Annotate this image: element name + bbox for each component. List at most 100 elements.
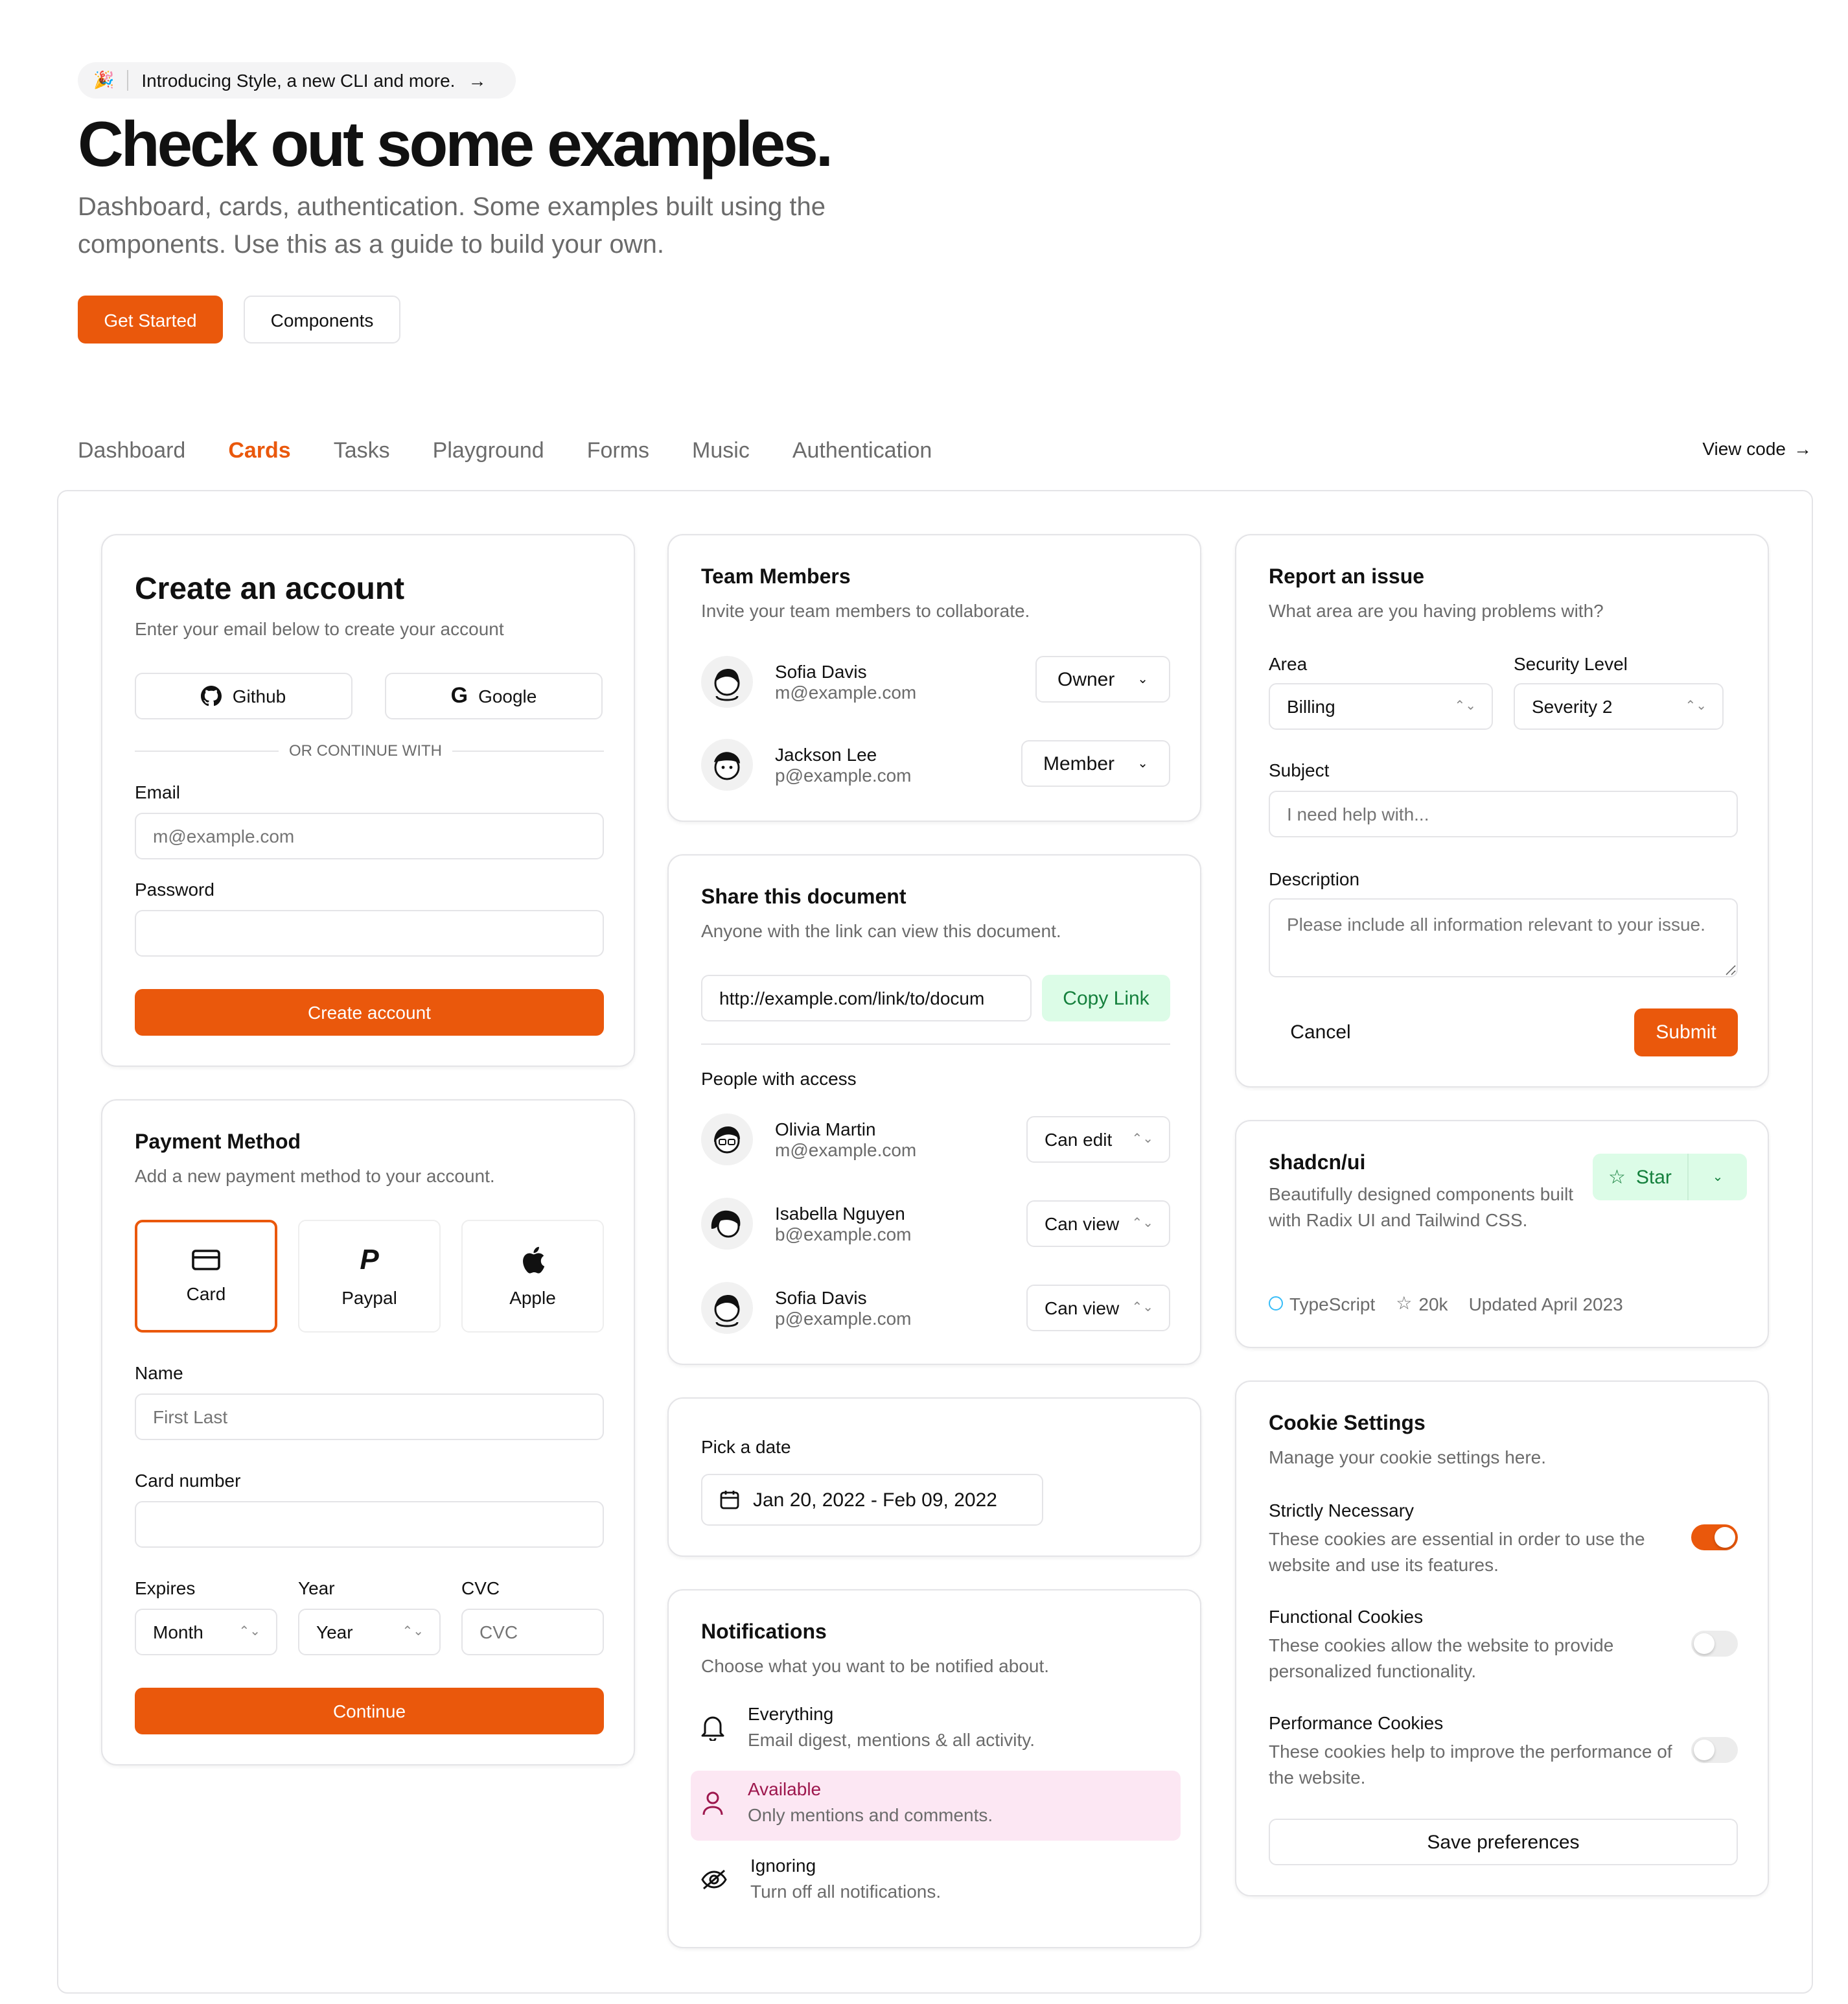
view-code-label: View code — [1702, 438, 1786, 459]
continue-button[interactable]: Continue — [135, 1688, 604, 1734]
security-level-select[interactable]: Severity 2 ⌃⌄ — [1514, 683, 1724, 730]
performance-cookies-toggle[interactable] — [1691, 1737, 1738, 1763]
month-select[interactable]: Month ⌃⌄ — [135, 1609, 277, 1655]
option-title: Everything — [748, 1703, 834, 1724]
method-apple-option[interactable]: Apple — [461, 1220, 604, 1333]
github-button[interactable]: Github — [135, 673, 352, 719]
cookie-item-description: These cookies are essential in order to … — [1269, 1528, 1645, 1575]
name-input[interactable] — [135, 1393, 604, 1440]
tab-forms[interactable]: Forms — [587, 438, 649, 464]
access-select[interactable]: Can edit ⌃⌄ — [1026, 1116, 1170, 1163]
google-label: Google — [478, 686, 537, 706]
area-select[interactable]: Billing ⌃⌄ — [1269, 683, 1493, 730]
access-select[interactable]: Can view ⌃⌄ — [1026, 1200, 1170, 1247]
google-button[interactable]: G Google — [385, 673, 603, 719]
submit-button[interactable]: Submit — [1634, 1008, 1738, 1056]
method-paypal-option[interactable]: P Paypal — [298, 1220, 441, 1333]
google-icon: G — [450, 683, 468, 708]
repo-meta: TypeScript ☆ 20k Updated April 2023 — [1269, 1292, 1623, 1314]
bell-icon — [701, 1716, 724, 1741]
method-card-option[interactable]: Card — [135, 1220, 277, 1333]
card-number-input[interactable] — [135, 1501, 604, 1548]
date-range-button[interactable]: Jan 20, 2022 - Feb 09, 2022 — [701, 1474, 1043, 1526]
person-row: Olivia Martin m@example.com — [701, 1113, 916, 1165]
tab-dashboard[interactable]: Dashboard — [78, 438, 185, 464]
access-value: Can view — [1045, 1298, 1120, 1318]
notifications-card: Notifications Choose what you want to be… — [667, 1589, 1201, 1948]
notification-option-everything[interactable]: Everything Email digest, mentions & all … — [691, 1695, 1181, 1765]
role-select[interactable]: Owner ⌄ — [1035, 656, 1170, 703]
role-value: Member — [1043, 752, 1115, 775]
security-level-label: Security Level — [1514, 653, 1628, 674]
circle-icon — [1269, 1296, 1283, 1311]
subject-input[interactable] — [1269, 791, 1738, 837]
components-button[interactable]: Components — [244, 296, 400, 344]
area-value: Billing — [1287, 696, 1335, 717]
tab-authentication[interactable]: Authentication — [792, 438, 932, 464]
access-select[interactable]: Can view ⌃⌄ — [1026, 1285, 1170, 1331]
page-subtitle: Dashboard, cards, authentication. Some e… — [78, 193, 826, 259]
cookie-description: Manage your cookie settings here. — [1269, 1447, 1547, 1467]
create-account-description: Enter your email below to create your ac… — [135, 618, 504, 639]
view-code-link[interactable]: View code → — [1702, 438, 1812, 459]
language-badge: TypeScript — [1269, 1293, 1375, 1314]
toggle-knob — [1694, 1740, 1715, 1760]
description-textarea[interactable] — [1269, 898, 1738, 977]
area-label: Area — [1269, 653, 1308, 674]
functional-cookies-toggle[interactable] — [1691, 1631, 1738, 1657]
notifications-description: Choose what you want to be notified abou… — [701, 1655, 1050, 1676]
cancel-button[interactable]: Cancel — [1269, 1008, 1372, 1056]
tab-cards[interactable]: Cards — [228, 438, 290, 464]
avatar — [701, 1282, 753, 1334]
tab-tasks[interactable]: Tasks — [334, 438, 390, 464]
share-document-card: Share this document Anyone with the link… — [667, 854, 1201, 1365]
report-issue-card: Report an issue What area are you having… — [1235, 534, 1769, 1088]
method-paypal-label: Paypal — [341, 1287, 397, 1307]
create-account-button[interactable]: Create account — [135, 989, 604, 1036]
strictly-necessary-toggle[interactable] — [1691, 1524, 1738, 1550]
expires-label: Expires — [135, 1578, 196, 1598]
email-label: Email — [135, 782, 181, 802]
cookie-row: Functional Cookies These cookies allow t… — [1269, 1606, 1681, 1684]
cookie-title: Cookie Settings — [1269, 1413, 1426, 1435]
payment-title: Payment Method — [135, 1132, 301, 1154]
month-value: Month — [153, 1622, 203, 1642]
notification-option-ignoring[interactable]: Ignoring Turn off all notifications. — [691, 1847, 1181, 1917]
card-number-label: Card number — [135, 1470, 241, 1491]
separator — [701, 1043, 1170, 1045]
tab-music[interactable]: Music — [692, 438, 750, 464]
email-input[interactable] — [135, 813, 604, 859]
get-started-button[interactable]: Get Started — [78, 296, 223, 344]
cvc-label: CVC — [461, 1578, 500, 1598]
person-name: Isabella Nguyen — [775, 1203, 905, 1224]
password-input[interactable] — [135, 910, 604, 957]
examples-tabs: Dashboard Cards Tasks Playground Forms M… — [78, 438, 975, 464]
copy-link-button[interactable]: Copy Link — [1042, 975, 1170, 1021]
year-label: Year — [298, 1578, 335, 1598]
access-value: Can view — [1045, 1213, 1120, 1234]
notifications-title: Notifications — [701, 1622, 827, 1644]
cvc-input[interactable] — [461, 1609, 604, 1655]
save-preferences-button[interactable]: Save preferences — [1269, 1819, 1738, 1865]
tab-playground[interactable]: Playground — [433, 438, 544, 464]
issue-description: What area are you having problems with? — [1269, 600, 1604, 621]
member-email: m@example.com — [775, 682, 917, 703]
year-select[interactable]: Year ⌃⌄ — [298, 1609, 441, 1655]
chevron-down-icon[interactable]: ⌄ — [1689, 1170, 1747, 1184]
notification-option-available[interactable]: Available Only mentions and comments. — [691, 1771, 1181, 1841]
share-link-input[interactable]: http://example.com/link/to/docum — [701, 975, 1032, 1021]
option-description: Turn off all notifications. — [750, 1881, 941, 1902]
share-link-value: http://example.com/link/to/docum — [719, 988, 985, 1008]
announcement-pill[interactable]: 🎉 Introducing Style, a new CLI and more.… — [78, 62, 516, 99]
create-account-title: Create an account — [135, 572, 405, 607]
role-select[interactable]: Member ⌄ — [1021, 740, 1170, 787]
star-icon: ☆ — [1608, 1167, 1626, 1189]
security-level-value: Severity 2 — [1532, 696, 1613, 717]
stars-count-badge: ☆ 20k — [1396, 1292, 1448, 1314]
star-button[interactable]: ☆ Star — [1593, 1154, 1687, 1200]
cookie-item-title: Performance Cookies — [1269, 1712, 1444, 1733]
cookie-settings-card: Cookie Settings Manage your cookie setti… — [1235, 1381, 1769, 1896]
cookie-row: Performance Cookies These cookies help t… — [1269, 1712, 1681, 1790]
option-description: Only mentions and comments. — [748, 1804, 993, 1825]
create-account-card: Create an account Enter your email below… — [101, 534, 635, 1067]
